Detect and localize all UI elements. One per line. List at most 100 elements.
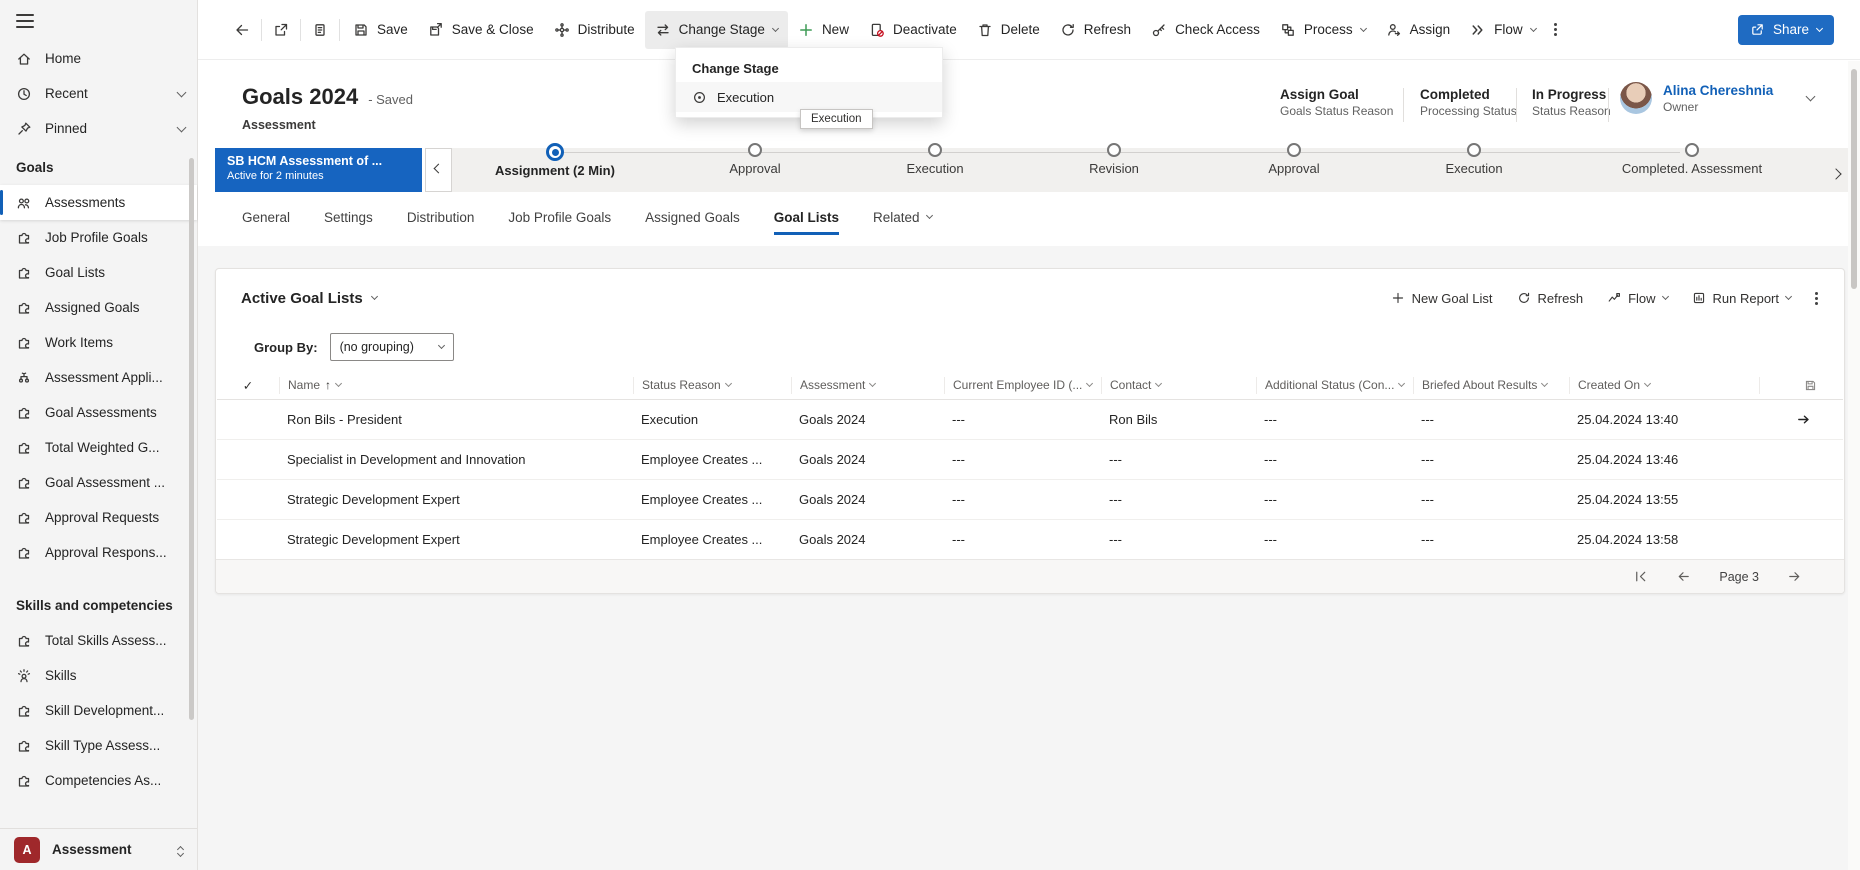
tab-related[interactable]: Related: [873, 202, 932, 235]
assign-button[interactable]: Assign: [1376, 11, 1461, 49]
view-selector[interactable]: Active Goal Lists: [241, 290, 377, 307]
change-stage-menu-item-execution[interactable]: Execution: [676, 82, 942, 112]
flow-label: Flow: [1494, 22, 1523, 37]
tab-goal-lists[interactable]: Goal Lists: [774, 202, 839, 235]
check-access-button[interactable]: Check Access: [1141, 11, 1270, 49]
sidebar-item-assessment-applications[interactable]: Assessment Appli...: [0, 360, 197, 395]
save-view-column[interactable]: [1759, 377, 1843, 394]
form-scrollbar[interactable]: [1848, 61, 1860, 870]
share-button[interactable]: Share: [1738, 15, 1834, 45]
table-row[interactable]: Ron Bils - President Execution Goals 202…: [217, 400, 1843, 440]
bpf-stage-execution-2[interactable]: Execution: [1359, 143, 1589, 176]
sidebar-item-label: Job Profile Goals: [45, 230, 148, 245]
cell-name[interactable]: Specialist in Development and Innovation: [279, 452, 633, 467]
cell-assessment[interactable]: Goals 2024: [791, 452, 944, 467]
distribute-button[interactable]: Distribute: [544, 11, 645, 49]
sidebar-item-job-profile-goals[interactable]: Job Profile Goals: [0, 220, 197, 255]
more-commands-button[interactable]: [1546, 11, 1565, 49]
open-record-cell[interactable]: [1759, 412, 1843, 427]
next-page-button[interactable]: [1787, 569, 1802, 584]
table-row[interactable]: Strategic Development Expert Employee Cr…: [217, 520, 1843, 560]
grid-refresh-button[interactable]: Refresh: [1517, 291, 1584, 306]
save-close-button[interactable]: Save & Close: [418, 11, 544, 49]
process-button[interactable]: Process: [1270, 11, 1376, 49]
sidebar-item-assigned-goals[interactable]: Assigned Goals: [0, 290, 197, 325]
back-button[interactable]: [226, 11, 258, 49]
column-contact[interactable]: Contact: [1101, 377, 1256, 394]
column-assessment[interactable]: Assessment: [791, 377, 944, 394]
deactivate-button[interactable]: Deactivate: [859, 11, 967, 49]
new-goal-list-button[interactable]: New Goal List: [1391, 291, 1493, 306]
column-name[interactable]: Name ↑: [279, 377, 633, 394]
tab-assigned-goals[interactable]: Assigned Goals: [645, 202, 740, 235]
select-all-column[interactable]: ✓: [217, 377, 279, 394]
change-stage-button[interactable]: Change Stage: [645, 11, 788, 49]
previous-page-button[interactable]: [1676, 569, 1691, 584]
sidebar-item-total-skills-assessments[interactable]: Total Skills Assess...: [0, 623, 197, 658]
sidebar-item-approval-responses[interactable]: Approval Respons...: [0, 535, 197, 570]
save-label: Save: [377, 22, 408, 37]
bpf-stage-completed[interactable]: Completed. Assessment: [1577, 143, 1807, 176]
delete-button[interactable]: Delete: [967, 11, 1050, 49]
header-expand-icon[interactable]: [1806, 92, 1816, 102]
cell-name[interactable]: Ron Bils - President: [279, 412, 633, 427]
bpf-stage-assignment[interactable]: Assignment (2 Min): [440, 143, 670, 178]
sidebar-item-assessments[interactable]: Assessments: [0, 185, 197, 220]
sidebar-item-skill-development[interactable]: Skill Development...: [0, 693, 197, 728]
chevron-down-icon[interactable]: [177, 87, 187, 97]
group-by-select[interactable]: (no grouping): [330, 333, 454, 361]
column-label: Contact: [1110, 378, 1151, 392]
owner-name[interactable]: Alina Chereshnia: [1663, 82, 1773, 99]
cell-assessment[interactable]: Goals 2024: [791, 532, 944, 547]
cell-assessment[interactable]: Goals 2024: [791, 412, 944, 427]
sidebar-scrollbar[interactable]: [189, 158, 194, 720]
tab-general[interactable]: General: [242, 202, 290, 235]
save-button[interactable]: Save: [343, 11, 418, 49]
sidebar-item-competencies-assessments[interactable]: Competencies As...: [0, 763, 197, 798]
cell-name[interactable]: Strategic Development Expert: [279, 492, 633, 507]
cell-contact[interactable]: Ron Bils: [1101, 412, 1256, 427]
tab-distribution[interactable]: Distribution: [407, 202, 475, 235]
cell-assessment[interactable]: Goals 2024: [791, 492, 944, 507]
cell-status-reason: Execution: [633, 412, 791, 427]
column-label: Current Employee ID (...: [953, 378, 1082, 392]
new-button[interactable]: New: [788, 11, 859, 49]
tab-settings[interactable]: Settings: [324, 202, 373, 235]
flow-button[interactable]: Flow: [1460, 11, 1546, 49]
column-briefed-about-results[interactable]: Briefed About Results: [1413, 377, 1569, 394]
column-created-on[interactable]: Created On: [1569, 377, 1759, 394]
tab-job-profile-goals[interactable]: Job Profile Goals: [508, 202, 611, 235]
sidebar-item-goal-assessments[interactable]: Goal Assessments: [0, 395, 197, 430]
column-status-reason[interactable]: Status Reason: [633, 377, 791, 394]
bpf-active-stage-box[interactable]: SB HCM Assessment of ... Active for 2 mi…: [215, 148, 422, 192]
run-report-button[interactable]: Run Report: [1692, 291, 1791, 306]
grid-flow-button[interactable]: Flow: [1607, 291, 1667, 306]
sidebar-item-recent[interactable]: Recent: [0, 76, 197, 111]
area-switcher[interactable]: A Assessment: [0, 828, 197, 870]
sidebar-item-pinned[interactable]: Pinned: [0, 111, 197, 146]
sidebar-item-goal-lists[interactable]: Goal Lists: [0, 255, 197, 290]
popout-button[interactable]: [265, 11, 297, 49]
chevron-down-icon[interactable]: [177, 122, 187, 132]
table-row[interactable]: Strategic Development Expert Employee Cr…: [217, 480, 1843, 520]
scrollbar-thumb[interactable]: [1851, 69, 1857, 289]
column-additional-status[interactable]: Additional Status (Con...: [1256, 377, 1413, 394]
sidebar-item-work-items[interactable]: Work Items: [0, 325, 197, 360]
owner-field[interactable]: Alina Chereshnia Owner: [1620, 82, 1773, 115]
first-page-button[interactable]: [1633, 569, 1648, 584]
sidebar-item-home[interactable]: Home: [0, 41, 197, 76]
column-current-employee-id[interactable]: Current Employee ID (...: [944, 377, 1101, 394]
sidebar-item-skill-type-assessments[interactable]: Skill Type Assess...: [0, 728, 197, 763]
sidebar-item-goal-assessment[interactable]: Goal Assessment ...: [0, 465, 197, 500]
sidebar-item-skills[interactable]: Skills: [0, 658, 197, 693]
cell-name[interactable]: Strategic Development Expert: [279, 532, 633, 547]
refresh-button[interactable]: Refresh: [1050, 11, 1141, 49]
sidebar-item-approval-requests[interactable]: Approval Requests: [0, 500, 197, 535]
form-button[interactable]: [304, 11, 336, 49]
sidebar-item-total-weighted-goals[interactable]: Total Weighted G...: [0, 430, 197, 465]
table-row[interactable]: Specialist in Development and Innovation…: [217, 440, 1843, 480]
bpf-scroll-right-button[interactable]: [1832, 165, 1840, 183]
menu-icon[interactable]: [16, 14, 34, 28]
grid-more-button[interactable]: [1815, 297, 1818, 300]
arrow-right-icon[interactable]: [1796, 412, 1811, 427]
